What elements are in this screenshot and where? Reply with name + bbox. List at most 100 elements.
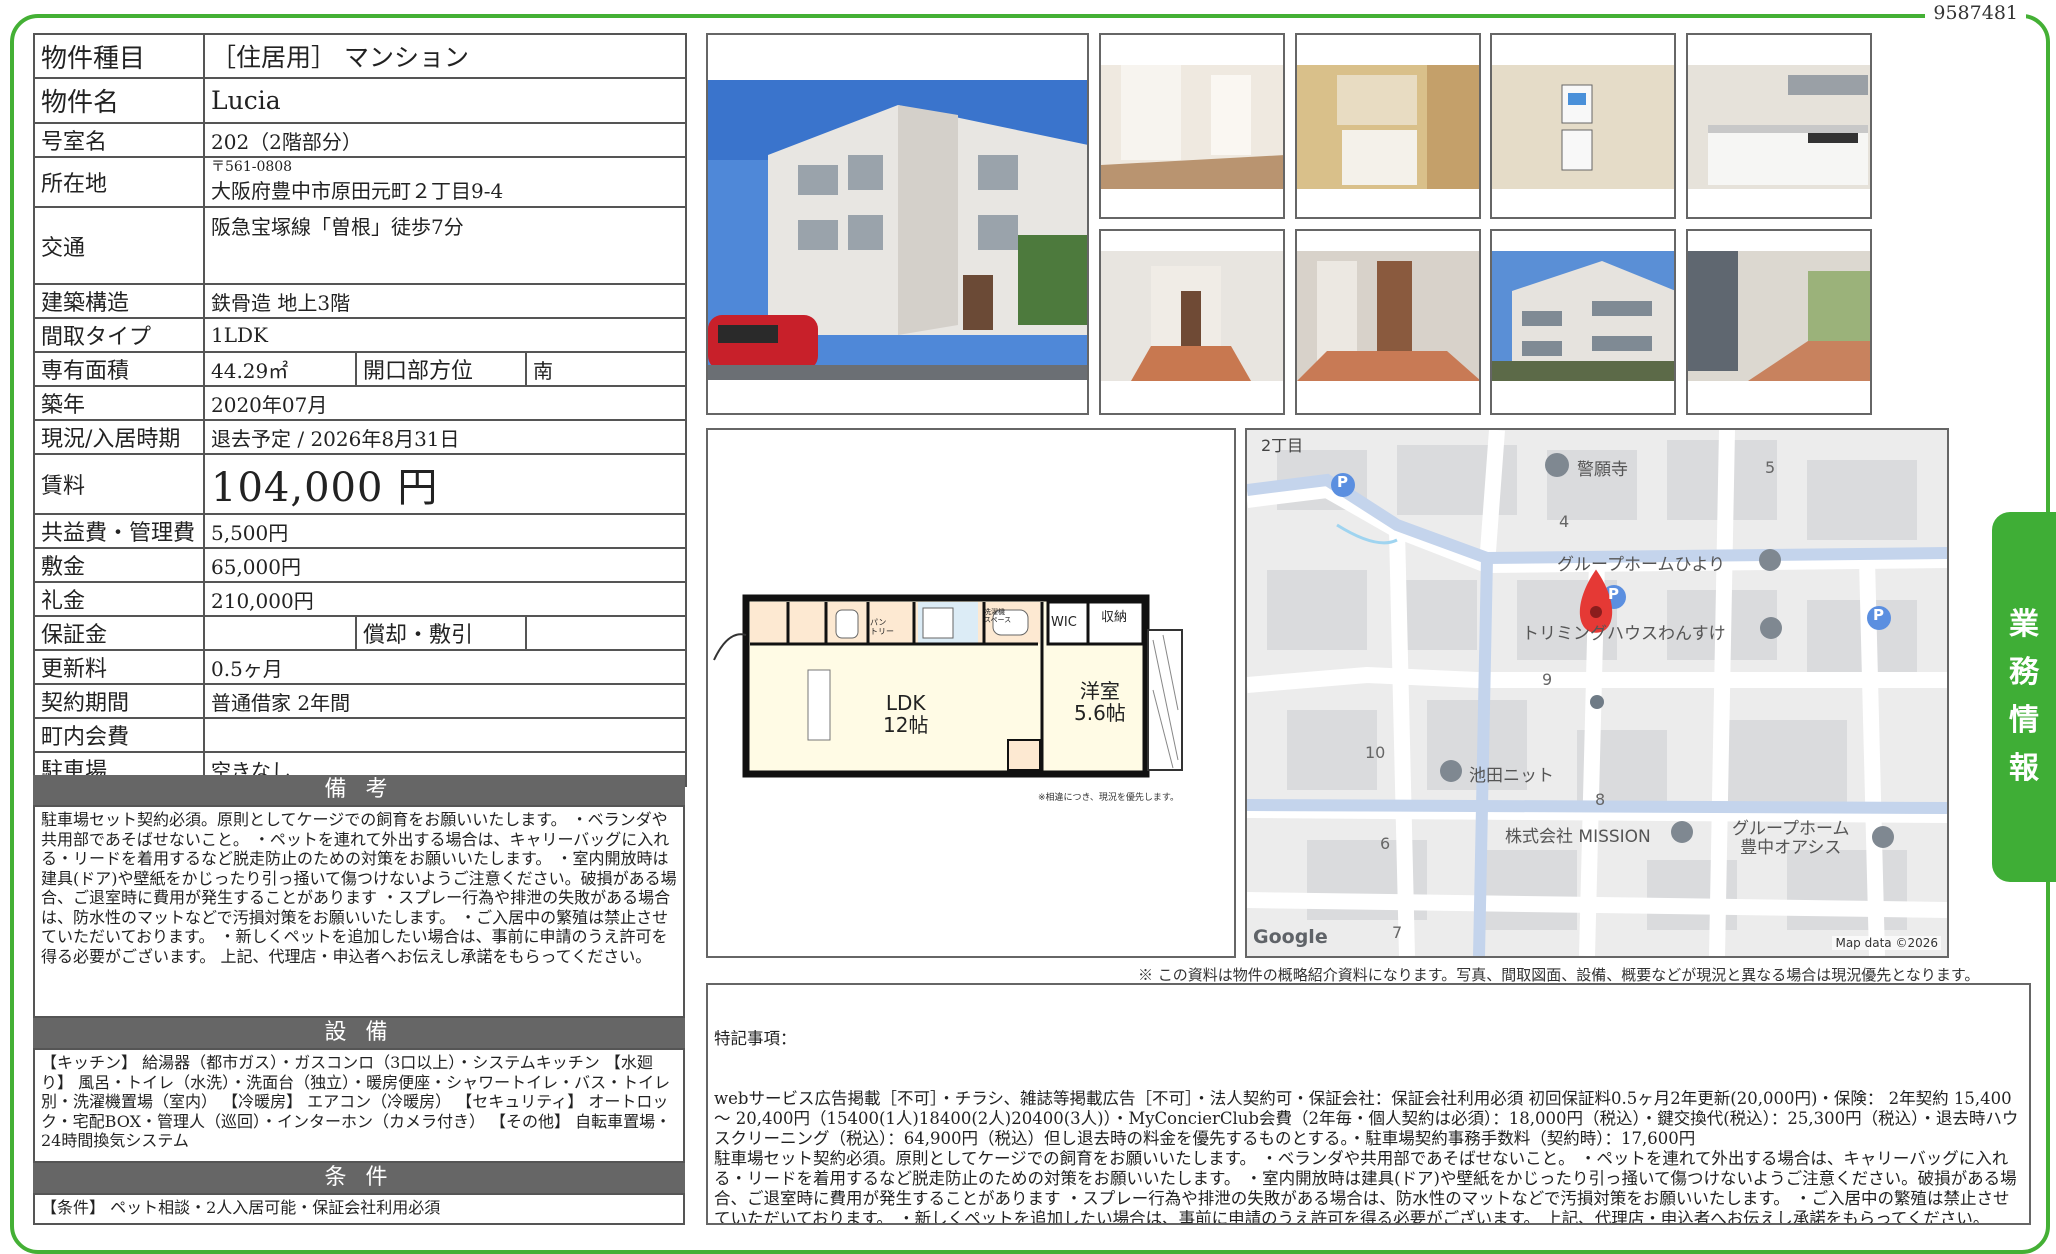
status-value: 退去予定 / 2026年8月31日 — [202, 419, 688, 455]
type-value: ［住居用］ マンション — [202, 33, 688, 79]
exterior-photo[interactable] — [706, 33, 1089, 415]
map-label-temple: 警願寺 — [1577, 460, 1628, 480]
address-value: 大阪府豊中市原田元町２丁目9-4 — [211, 179, 504, 203]
rent-cell: 104,000 円 — [202, 453, 688, 515]
building-photo[interactable] — [1490, 229, 1676, 415]
structure-label: 建築構造 — [33, 283, 205, 319]
special-notes-title: 特記事項： — [714, 1029, 797, 1048]
map-parking-2: P — [1608, 585, 1619, 603]
row-contract: 契約期間 普通借家 2年間 — [33, 683, 688, 719]
special-notes-text: webサービス広告掲載［不可］・チラシ、雑誌等掲載広告［不可］・法人契約可・保証… — [714, 1089, 2019, 1225]
corridor-photo[interactable] — [1686, 229, 1872, 415]
map-block-10: 10 — [1365, 743, 1386, 762]
type-label: 物件種目 — [33, 33, 205, 79]
document-id: 9587481 — [1925, 2, 2026, 24]
western-room-name: 洋室 — [1079, 679, 1120, 703]
row-address: 所在地 〒561-0808 大阪府豊中市原田元町２丁目9-4 — [33, 156, 688, 208]
room-value: 202（2階部分） — [202, 122, 688, 158]
rent-value: 104,000 — [211, 465, 384, 511]
map-label-oasis-line1: グループホーム — [1732, 819, 1850, 839]
tab-char-3: 情 — [2009, 703, 2039, 738]
kitchen-photo[interactable] — [1686, 33, 1872, 219]
hallway-photo[interactable] — [1295, 229, 1481, 415]
floor-plan[interactable]: LDK 12帖 洋室 5.6帖 WIC 収納 パン トリー 洗濯機 スペース ※… — [706, 428, 1236, 958]
ldk-name: LDK — [885, 691, 926, 715]
rent-unit: 円 — [397, 465, 438, 511]
row-area: 専有面積 44.29㎡ 開口部方位 南 — [33, 351, 688, 387]
layout-label: 間取タイプ — [33, 317, 205, 353]
row-town-fee: 町内会費 — [33, 717, 688, 753]
map-label-group-home-hiyori: グループホームひより — [1557, 555, 1726, 575]
map-label-oasis-line2: 豊中オアシス — [1740, 838, 1842, 858]
tab-char-2: 務 — [2009, 655, 2039, 690]
entrance-photo[interactable] — [1099, 229, 1285, 415]
equipment-heading: 設 備 — [33, 1018, 685, 1048]
rent-label: 賃料 — [33, 453, 205, 515]
map-label-oasis: グループホーム 豊中オアシス — [1732, 820, 1849, 858]
renewal-label: 更新料 — [33, 649, 205, 685]
amortization-label: 償却・敷引 — [355, 615, 527, 651]
ldk-size: 12帖 — [883, 713, 929, 737]
row-layout: 間取タイプ 1LDK — [33, 317, 688, 353]
map-block-7: 7 — [1392, 923, 1403, 942]
row-renewal: 更新料 0.5ヶ月 — [33, 649, 688, 685]
area-value: 44.29㎡ — [203, 351, 357, 387]
remarks-heading: 備 考 — [33, 775, 685, 805]
row-deposit: 敷金 65,000円 — [33, 547, 688, 583]
common-fee-label: 共益費・管理費 — [33, 513, 205, 549]
orientation-label: 開口部方位 — [355, 351, 527, 387]
row-room: 号室名 202（2階部分） — [33, 122, 688, 158]
common-fee-value: 5,500円 — [202, 513, 688, 549]
tab-char-4: 報 — [2009, 751, 2039, 786]
map-block-8: 8 — [1595, 790, 1606, 809]
postal-code: 〒561-0808 — [211, 159, 293, 175]
map-label-ikeda-knit: 池田ニット — [1469, 766, 1554, 786]
interior-photo-3[interactable] — [1490, 33, 1676, 219]
built-value: 2020年07月 — [202, 385, 688, 421]
row-rent: 賃料 104,000 円 — [33, 453, 688, 515]
amortization-value — [524, 615, 688, 651]
row-type: 物件種目 ［住居用］ マンション — [33, 33, 688, 79]
map-label-mission: 株式会社 MISSION — [1505, 827, 1651, 847]
access-value: 阪急宝塚線「曽根」徒歩7分 — [202, 206, 688, 285]
floor-plan-drawing — [713, 594, 1183, 778]
row-status: 現況/入居時期 退去予定 / 2026年8月31日 — [33, 419, 688, 455]
contract-label: 契約期間 — [33, 683, 205, 719]
name-label: 物件名 — [33, 77, 205, 124]
floor-plan-note: ※相違につき、現況を優先します。 — [1038, 793, 1180, 803]
map-area-label: 2丁目 — [1261, 436, 1304, 455]
interior-photo-1[interactable] — [1099, 33, 1285, 219]
tab-char-1: 業 — [2009, 607, 2039, 642]
name-value: Lucia — [202, 77, 688, 124]
map-attribution: Map data ©2026 — [1832, 936, 1941, 950]
row-name: 物件名 Lucia — [33, 77, 688, 124]
guarantee-label: 保証金 — [33, 615, 205, 651]
map-block-4: 4 — [1559, 512, 1570, 531]
western-room-size: 5.6帖 — [1074, 701, 1126, 725]
guarantee-value — [203, 615, 357, 651]
conditions-heading: 条 件 — [33, 1163, 685, 1193]
interior-photo-2[interactable] — [1295, 33, 1481, 219]
map-parking-1: P — [1337, 473, 1348, 491]
layout-value: 1LDK — [202, 317, 688, 353]
map-block-9: 9 — [1542, 670, 1553, 689]
pantry-label: パン トリー — [870, 618, 894, 636]
special-notes: 特記事項： webサービス広告掲載［不可］・チラシ、雑誌等掲載広告［不可］・法人… — [706, 983, 2031, 1225]
row-structure: 建築構造 鉄骨造 地上3階 — [33, 283, 688, 319]
key-money-value: 210,000円 — [202, 581, 688, 617]
location-map[interactable]: 2丁目 P P P 警願寺 グループホームひより トリミングハウスわんすけ 池田… — [1245, 428, 1949, 958]
room-label: 号室名 — [33, 122, 205, 158]
contract-value: 普通借家 2年間 — [202, 683, 688, 719]
row-access: 交通 阪急宝塚線「曽根」徒歩7分 — [33, 206, 688, 285]
row-guarantee: 保証金 償却・敷引 — [33, 615, 688, 651]
orientation-value: 南 — [524, 351, 688, 387]
deposit-value: 65,000円 — [202, 547, 688, 583]
property-info-table: 物件種目 ［住居用］ マンション 物件名 Lucia 号室名 202（2階部分）… — [33, 33, 688, 787]
business-info-tab[interactable]: 業 務 情 報 — [1992, 512, 2056, 882]
renewal-value: 0.5ヶ月 — [202, 649, 688, 685]
address-label: 所在地 — [33, 156, 205, 208]
area-label: 専有面積 — [33, 351, 205, 387]
built-label: 築年 — [33, 385, 205, 421]
town-fee-label: 町内会費 — [33, 717, 205, 753]
deposit-label: 敷金 — [33, 547, 205, 583]
